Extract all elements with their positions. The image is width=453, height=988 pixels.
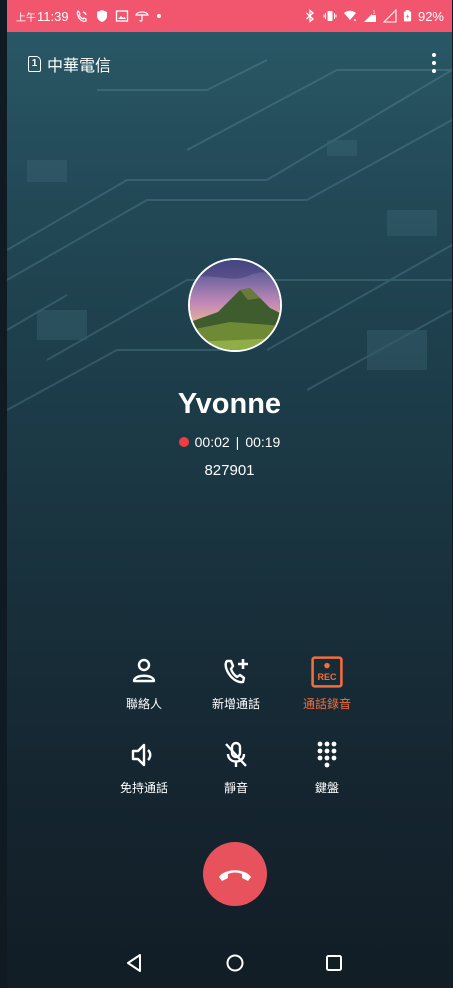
- mute-button[interactable]: 靜音: [190, 740, 282, 796]
- contacts-label: 聯絡人: [125, 697, 162, 711]
- speaker-icon: [131, 743, 152, 767]
- battery-icon: [403, 10, 412, 22]
- in-call-screen: 上午 11:39 1 92% 1 中華電信 Yvonne 00:02 | 00:…: [7, 0, 452, 988]
- more-dot-icon: [432, 69, 436, 73]
- battery-percent: 92%: [417, 8, 444, 24]
- keypad-label: 鍵盤: [314, 781, 339, 795]
- more-dot-icon: [432, 53, 436, 57]
- keypad-button[interactable]: 鍵盤: [281, 740, 373, 796]
- bluetooth-icon: [306, 9, 314, 23]
- signal-secondary-icon: [382, 9, 397, 23]
- sim-card-icon: 1: [28, 56, 41, 72]
- signal-icon: 1: [363, 9, 377, 22]
- more-options-button[interactable]: [427, 52, 441, 74]
- speaker-label: 免持通話: [119, 781, 168, 795]
- rec-badge-text: REC: [317, 672, 337, 682]
- status-clock: 上午 11:39: [16, 8, 69, 24]
- recording-indicator-icon: [178, 437, 189, 447]
- contact-name: Yvonne: [177, 388, 282, 420]
- wifi-calling-icon: [76, 10, 87, 22]
- call-duration: 00:02: [194, 434, 230, 450]
- shield-icon: [96, 10, 107, 22]
- record-duration: 00:19: [245, 434, 281, 450]
- record-call-button[interactable]: REC 通話錄音: [281, 656, 373, 712]
- person-icon: [132, 658, 156, 683]
- svg-text:1: 1: [373, 10, 376, 16]
- dialpad-icon: [317, 741, 337, 768]
- record-call-label: 通話錄音: [302, 697, 351, 711]
- back-icon[interactable]: [124, 952, 146, 974]
- umbrella-icon: [134, 11, 149, 22]
- contacts-button[interactable]: 聯絡人: [98, 656, 190, 712]
- home-icon[interactable]: [224, 952, 246, 974]
- carrier-label: 1 中華電信: [28, 52, 111, 76]
- vibrate-icon: [323, 11, 337, 21]
- more-dot-icon: [432, 61, 436, 65]
- mute-label: 靜音: [223, 781, 248, 795]
- add-call-button[interactable]: 新增通話: [190, 656, 282, 712]
- timer-separator: |: [235, 434, 240, 450]
- end-call-button[interactable]: [203, 842, 267, 906]
- wifi-icon: [343, 10, 356, 21]
- hang-up-icon: [219, 870, 251, 881]
- contact-avatar: [188, 258, 282, 352]
- add-call-label: 新增通話: [211, 697, 260, 711]
- notification-dot-icon: [156, 14, 161, 18]
- status-bar: 上午 11:39 1 92%: [7, 0, 452, 32]
- call-timer-row: 00:02 | 00:19: [7, 434, 452, 450]
- avatar-landscape-image: [190, 260, 280, 350]
- image-icon: [115, 10, 128, 22]
- speaker-button[interactable]: 免持通話: [98, 740, 190, 796]
- carrier-name: 中華電信: [47, 58, 112, 75]
- mic-off-icon: [225, 741, 247, 767]
- add-call-icon: [224, 659, 248, 684]
- phone-number: 827901: [204, 462, 255, 479]
- recents-icon[interactable]: [323, 952, 345, 974]
- navigation-bar: [7, 938, 452, 988]
